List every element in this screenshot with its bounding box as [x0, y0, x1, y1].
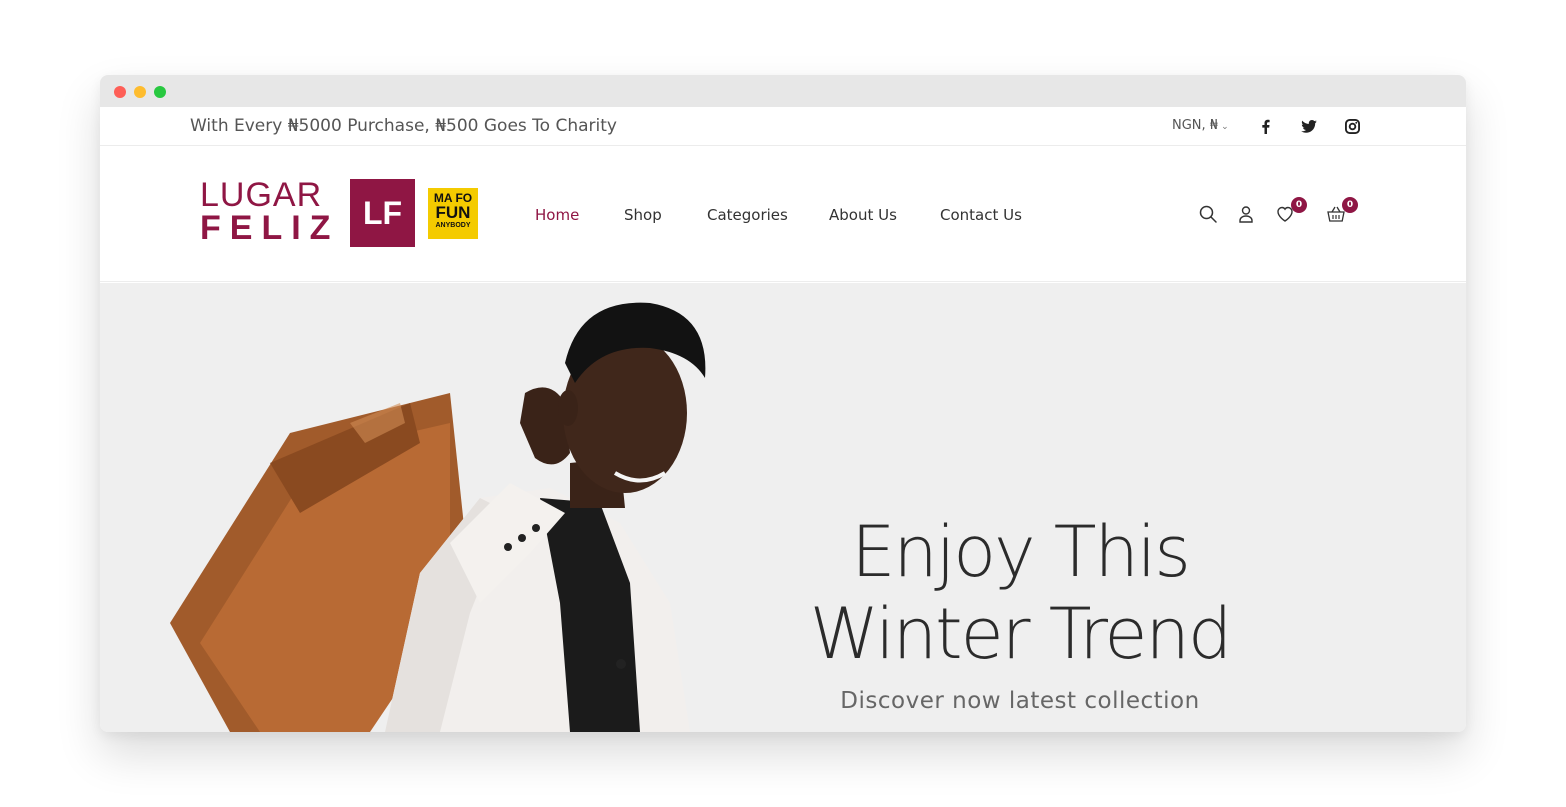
site-header: LUGAR FELIZ LF MA FO FUN ANYBODY Home Sh…	[100, 147, 1466, 282]
logo-badge: LF	[350, 179, 415, 247]
browser-window: With Every ₦5000 Purchase, ₦500 Goes To …	[100, 75, 1466, 732]
hero-title-line2: Winter Trend	[809, 593, 1233, 675]
nav-categories[interactable]: Categories	[707, 206, 788, 224]
nav-home[interactable]: Home	[535, 206, 579, 224]
cart-count-badge: 0	[1342, 197, 1358, 213]
hero-subtitle: Discover now latest collection	[840, 688, 1200, 714]
wishlist-count-badge: 0	[1291, 197, 1307, 213]
top-bar: With Every ₦5000 Purchase, ₦500 Goes To …	[100, 107, 1466, 146]
currency-label: NGN, ₦	[1172, 118, 1219, 133]
hero-title-line1: Enjoy This	[851, 511, 1191, 593]
tagline-badge: MA FO FUN ANYBODY	[428, 188, 478, 239]
hero-banner: Enjoy This Winter Trend Discover now lat…	[100, 283, 1466, 732]
maximize-window-button[interactable]	[154, 86, 166, 98]
wishlist-button[interactable]: 0	[1275, 197, 1307, 224]
nav-shop[interactable]: Shop	[624, 206, 662, 224]
window-titlebar	[100, 75, 1466, 107]
facebook-icon[interactable]	[1256, 117, 1274, 135]
chevron-down-icon: ⌄	[1221, 122, 1229, 132]
nav-contact-us[interactable]: Contact Us	[940, 206, 1022, 224]
promo-text: With Every ₦5000 Purchase, ₦500 Goes To …	[190, 116, 617, 136]
site-logo[interactable]: LUGAR FELIZ LF MA FO FUN ANYBODY	[200, 177, 480, 249]
instagram-icon[interactable]	[1343, 117, 1361, 135]
search-icon[interactable]	[1198, 204, 1218, 224]
nav-about-us[interactable]: About Us	[829, 206, 897, 224]
logo-text-feliz: FELIZ	[200, 209, 340, 247]
account-icon[interactable]	[1236, 204, 1256, 224]
minimize-window-button[interactable]	[134, 86, 146, 98]
currency-switcher[interactable]: NGN, ₦ ⌄	[1172, 118, 1229, 133]
close-window-button[interactable]	[114, 86, 126, 98]
cart-button[interactable]: 0	[1326, 197, 1358, 224]
tagline-line2: FUN	[435, 203, 471, 222]
twitter-icon[interactable]	[1300, 117, 1318, 135]
tagline-line3: ANYBODY	[435, 222, 471, 229]
logo-text-lugar: LUGAR	[200, 176, 323, 214]
hero-title: Enjoy This Winter Trend	[780, 511, 1260, 675]
hero-model-image	[170, 302, 706, 732]
